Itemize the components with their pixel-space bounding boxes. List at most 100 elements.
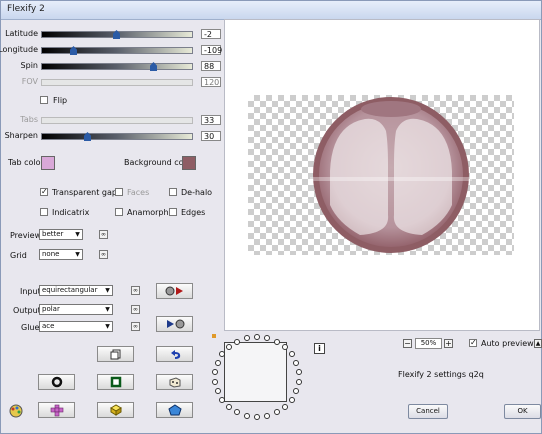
window-title: Flexify 2: [7, 4, 45, 14]
shape-dot[interactable]: [281, 344, 288, 351]
tab-color-swatch[interactable]: [41, 156, 55, 170]
settings-name: Flexify 2 settings q2q: [398, 370, 484, 379]
shape-dot[interactable]: [226, 344, 233, 351]
undo-button[interactable]: [156, 346, 193, 362]
longitude-slider[interactable]: [41, 46, 193, 55]
shape-dot[interactable]: [214, 359, 221, 366]
indicatrix-checkbox[interactable]: [40, 208, 48, 216]
grid-label: Grid: [10, 251, 27, 260]
randomize-input-button[interactable]: [156, 283, 193, 299]
sharpen-label: Sharpen: [4, 131, 38, 140]
corner-marker: [212, 334, 216, 338]
grid-select[interactable]: none ▼: [39, 249, 83, 260]
ok-button[interactable]: OK: [504, 404, 541, 419]
edges-checkbox[interactable]: [169, 208, 177, 216]
shape-dot[interactable]: [219, 396, 226, 403]
latitude-thumb[interactable]: [113, 30, 120, 39]
auto-preview-checkbox[interactable]: ✓: [469, 339, 477, 347]
anamorph-checkbox[interactable]: [115, 208, 123, 216]
shape-dot[interactable]: [288, 396, 295, 403]
shape-dot[interactable]: [288, 351, 295, 358]
sharpen-thumb[interactable]: [84, 132, 91, 141]
background-color-swatch[interactable]: [182, 156, 196, 170]
preview-pane[interactable]: [224, 19, 540, 331]
dice-button[interactable]: [156, 374, 193, 390]
fov-value[interactable]: 120: [201, 77, 221, 87]
sharpen-value[interactable]: 30: [201, 131, 221, 141]
glue-link-icon[interactable]: ∞: [131, 322, 140, 331]
sharpen-slider[interactable]: [41, 132, 193, 141]
shape-dot[interactable]: [264, 335, 271, 342]
shape-dot[interactable]: [254, 414, 260, 420]
glue-select[interactable]: ace ▼: [39, 321, 113, 332]
grid-link-icon[interactable]: ∞: [99, 250, 108, 259]
frame-shape-button[interactable]: [97, 374, 134, 390]
cancel-button[interactable]: Cancel: [408, 404, 448, 419]
shape-dot[interactable]: [254, 334, 260, 340]
fov-label: FOV: [21, 77, 38, 86]
shape-dot[interactable]: [212, 369, 219, 376]
cube-button[interactable]: [97, 402, 134, 418]
latitude-value[interactable]: -2: [201, 29, 221, 39]
spin-slider[interactable]: [41, 62, 193, 71]
fov-slider[interactable]: [41, 79, 193, 86]
shape-dot[interactable]: [264, 412, 271, 419]
latitude-label: Latitude: [5, 29, 38, 38]
output-link-icon[interactable]: ∞: [131, 305, 140, 314]
latitude-slider[interactable]: [41, 30, 193, 39]
longitude-label: Longitude: [0, 45, 38, 54]
longitude-thumb[interactable]: [70, 46, 77, 55]
flip-label: Flip: [53, 96, 68, 105]
shape-dot[interactable]: [293, 388, 300, 395]
shape-dot[interactable]: [281, 403, 288, 410]
tabs-value[interactable]: 33: [201, 115, 221, 125]
shape-dot[interactable]: [234, 409, 241, 416]
cross-net-button[interactable]: [38, 402, 75, 418]
ring-shape-button[interactable]: [38, 374, 75, 390]
gem-button[interactable]: [156, 402, 193, 418]
tabs-slider[interactable]: [41, 117, 193, 124]
glue-label: Glue: [21, 323, 40, 332]
input-link-icon[interactable]: ∞: [131, 286, 140, 295]
polar-output-image: [310, 97, 472, 253]
chevron-up-icon[interactable]: ▲: [534, 339, 542, 348]
copy-button[interactable]: [97, 346, 134, 362]
flip-checkbox[interactable]: [40, 96, 48, 104]
transparent-gaps-checkbox[interactable]: ✓: [40, 188, 48, 196]
shape-dot[interactable]: [212, 378, 219, 385]
output-select[interactable]: polar ▼: [39, 304, 113, 315]
transparent-gaps-label: Transparent gaps: [52, 188, 122, 197]
palette-icon[interactable]: [8, 404, 24, 420]
shape-dot[interactable]: [295, 369, 302, 376]
preview-link-icon[interactable]: ∞: [99, 230, 108, 239]
chevron-down-icon: ▼: [75, 231, 80, 238]
input-select[interactable]: equirectangular ▼: [39, 285, 113, 296]
shape-dot[interactable]: [226, 403, 233, 410]
longitude-value[interactable]: -109: [201, 45, 222, 55]
info-icon[interactable]: i: [314, 343, 325, 354]
shape-dot[interactable]: [293, 359, 300, 366]
zoom-out-button[interactable]: −: [403, 339, 412, 348]
shape-dot[interactable]: [295, 378, 302, 385]
shape-dot[interactable]: [273, 338, 280, 345]
preview-select[interactable]: better ▼: [39, 229, 83, 240]
play-output-button[interactable]: [156, 316, 193, 332]
tab-color-label: Tab color: [8, 158, 44, 167]
shape-dot[interactable]: [219, 351, 226, 358]
preview-label: Preview: [10, 231, 42, 240]
shape-dot[interactable]: [243, 335, 250, 342]
zoom-in-button[interactable]: +: [444, 339, 453, 348]
shape-dot[interactable]: [243, 412, 250, 419]
edges-label: Edges: [181, 208, 206, 217]
play-globe-icon: [166, 319, 184, 329]
spin-value[interactable]: 88: [201, 61, 221, 71]
faces-checkbox[interactable]: [115, 188, 123, 196]
shape-dot[interactable]: [234, 338, 241, 345]
shape-dot[interactable]: [273, 409, 280, 416]
spin-thumb[interactable]: [150, 62, 157, 71]
zoom-value[interactable]: 50%: [415, 338, 442, 349]
tabs-label: Tabs: [20, 115, 38, 124]
chevron-down-icon: ▼: [75, 251, 80, 258]
shape-dot[interactable]: [214, 388, 221, 395]
de-halo-checkbox[interactable]: [169, 188, 177, 196]
